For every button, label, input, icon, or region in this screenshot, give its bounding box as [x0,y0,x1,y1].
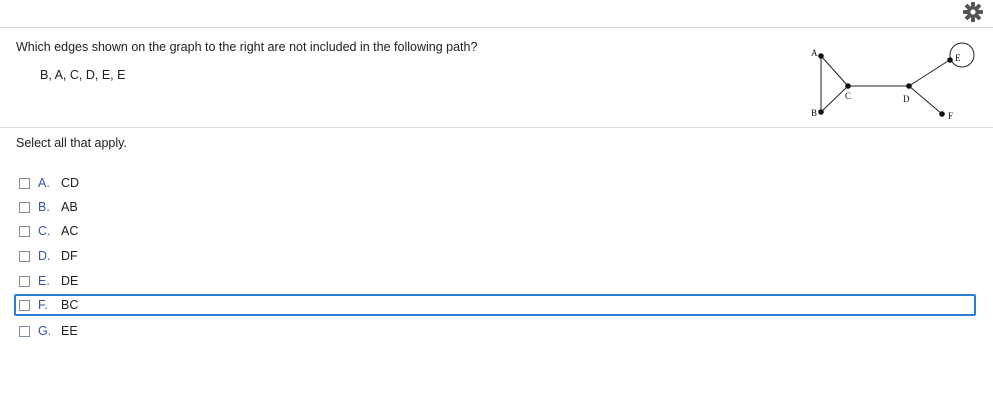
node-a [818,53,824,59]
checkbox[interactable] [19,226,30,237]
option-letter: C. [38,224,51,238]
option-e[interactable]: E. DE [14,270,976,292]
question-text: Which edges shown on the graph to the ri… [16,40,478,54]
option-letter: E. [38,274,50,288]
checkbox[interactable] [19,326,30,337]
node-c [845,83,851,89]
option-letter: A. [38,176,50,190]
graph-figure: A B C D E F [811,42,975,121]
checkbox[interactable] [19,251,30,262]
loop-ee [949,42,975,68]
path-sequence: B, A, C, D, E, E [40,68,126,82]
option-b[interactable]: B. AB [14,196,976,218]
label-d: D [903,94,910,104]
checkbox[interactable] [19,178,30,189]
option-g[interactable]: G. EE [14,320,976,342]
option-c[interactable]: C. AC [14,220,976,242]
option-letter: G. [38,324,52,338]
option-label: BC [61,298,79,312]
option-label: AC [61,224,79,238]
option-label: CD [61,176,80,190]
node-f [939,111,945,117]
edge-de [908,60,949,87]
option-d[interactable]: D. DF [14,245,976,267]
instruction-text: Select all that apply. [16,136,127,150]
option-label: EE [61,324,78,338]
checkbox[interactable] [19,276,30,287]
checkbox[interactable] [19,202,30,213]
label-f: F [948,111,953,121]
top-divider [0,27,993,28]
section-divider [0,127,993,128]
node-e [947,57,953,63]
label-c: C [845,91,851,101]
label-a: A [811,48,818,58]
node-b [818,109,824,115]
option-a[interactable]: A. CD [14,172,976,194]
gear-icon[interactable] [962,1,984,23]
node-d [906,83,912,89]
edge-bc [820,85,849,113]
edge-df [908,85,943,115]
option-letter: B. [38,200,50,214]
option-label: AB [61,200,78,214]
option-label: DF [61,249,78,263]
option-label: DE [61,274,79,288]
option-f[interactable]: F. BC [14,294,976,316]
edge-ac [820,55,849,87]
option-letter: D. [38,249,51,263]
label-b: B [811,108,817,118]
option-letter: F. [38,298,48,312]
label-e: E [955,53,961,63]
checkbox[interactable] [19,300,30,311]
